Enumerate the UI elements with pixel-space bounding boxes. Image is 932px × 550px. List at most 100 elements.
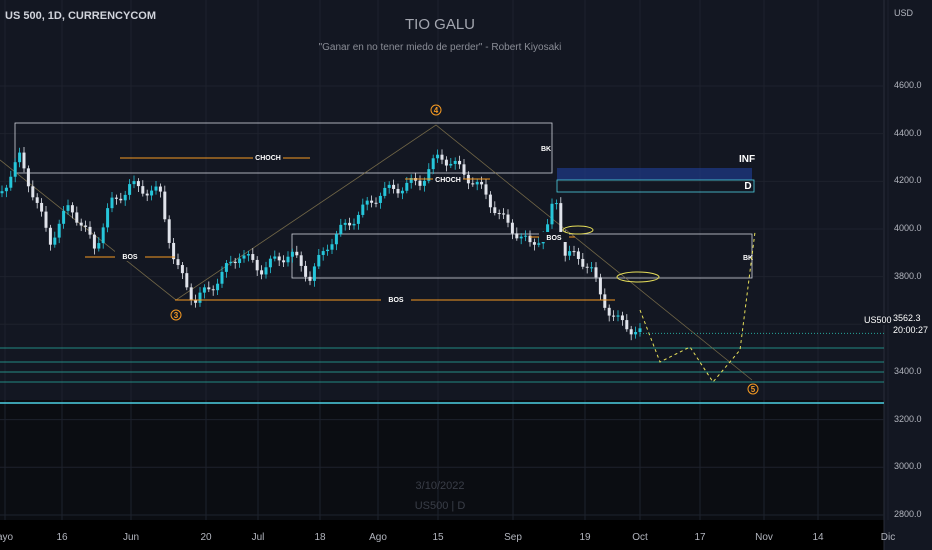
candle-body [136,181,140,187]
candle-body [361,204,365,215]
candle-body [400,190,404,194]
candle-body [598,277,602,295]
candle-body [321,251,325,255]
price-tick: 4000.0 [894,222,922,233]
candle-body [185,273,189,288]
candle-body [356,214,360,224]
bos-label: BOS [546,235,562,242]
candle-body [31,186,35,198]
candle-body [233,261,237,264]
candle-body [290,251,294,257]
candle-body [229,261,233,264]
candle-body [458,160,462,165]
candle-body [13,162,17,177]
time-tick: Dic [880,532,896,543]
time-tick: ayo [0,532,14,543]
candle-body [396,188,400,194]
candle-body [260,270,264,275]
candle-body [590,267,594,269]
candle-body [145,193,149,196]
bos-label: BOS [388,297,404,304]
price-tick: 4600.0 [894,80,922,90]
candle-body [132,181,136,185]
candle-body [22,152,26,169]
candle-body [330,244,334,250]
time-tick: 17 [694,532,706,543]
candle-body [26,168,30,187]
candle-body [493,207,497,214]
candle-body [123,194,127,201]
price-chart[interactable]: CHOCHBOSBOSCHOCHBOSBKBKINFD345 [0,0,932,550]
demand-label: D [744,181,751,192]
candle-body [189,287,193,300]
candle-body [84,225,88,227]
time-tick: Sep [504,532,522,543]
candle-body [532,242,536,245]
choch-label: CHOCH [255,155,281,162]
candle-body [40,202,44,212]
candle-body [0,191,4,194]
candle-body [62,210,66,224]
inf-zone [557,168,752,180]
candle-body [550,203,554,225]
candle-body [471,183,475,185]
candle-body [264,267,268,275]
candle-body [475,181,479,185]
candle-body [581,258,585,267]
candle-body [524,235,528,237]
candle-body [70,205,74,213]
candle-body [559,203,563,234]
candle-body [607,307,611,316]
candle-body [299,255,303,266]
time-tick: 15 [432,532,444,543]
currency-label: USD [894,8,914,18]
watermark-date: 3/10/2022 [415,480,465,492]
candle-body [480,181,484,185]
time-tick: Jul [251,532,265,543]
watermark-symbol: US500 | D [414,500,466,512]
candle-body [312,266,316,281]
bk-label: BK [541,146,551,153]
time-tick: 18 [314,532,326,543]
candle-body [422,180,426,186]
candle-body [277,256,281,261]
candle-body [440,154,444,160]
candle-body [554,203,558,205]
candle-body [625,320,629,330]
candle-body [216,283,220,291]
candle-body [75,212,79,223]
time-tick: Nov [755,532,773,543]
candle-body [66,205,70,211]
candle-body [238,258,242,264]
candle-body [88,226,92,235]
candle-body [268,258,272,268]
candle-body [387,184,391,188]
candle-body [35,197,39,203]
candle-body [4,187,8,192]
candle-body [101,227,105,244]
candle-body [128,184,132,195]
candle-body [9,176,13,188]
time-tick: 20 [200,532,212,543]
candle-body [497,213,501,215]
candle-body [176,259,180,266]
candle-body [198,292,202,303]
time-tick: 19 [579,532,591,543]
chart-title: TIO GALU [404,16,475,33]
time-tick: 16 [56,532,68,543]
candle-body [453,160,457,164]
inf-label: INF [739,154,755,165]
candle-body [97,243,101,249]
last-price-symbol: US500 [862,315,894,325]
candle-body [612,315,616,317]
candle-body [44,211,48,228]
candle-body [444,159,448,166]
candle-body [242,255,246,259]
candle-body [167,219,171,243]
candle-body [79,222,83,226]
price-tick: 3200.0 [894,413,922,424]
price-tick: 4400.0 [894,127,922,138]
candle-body [106,208,110,228]
candle-body [224,263,228,272]
candle-body [343,222,347,225]
